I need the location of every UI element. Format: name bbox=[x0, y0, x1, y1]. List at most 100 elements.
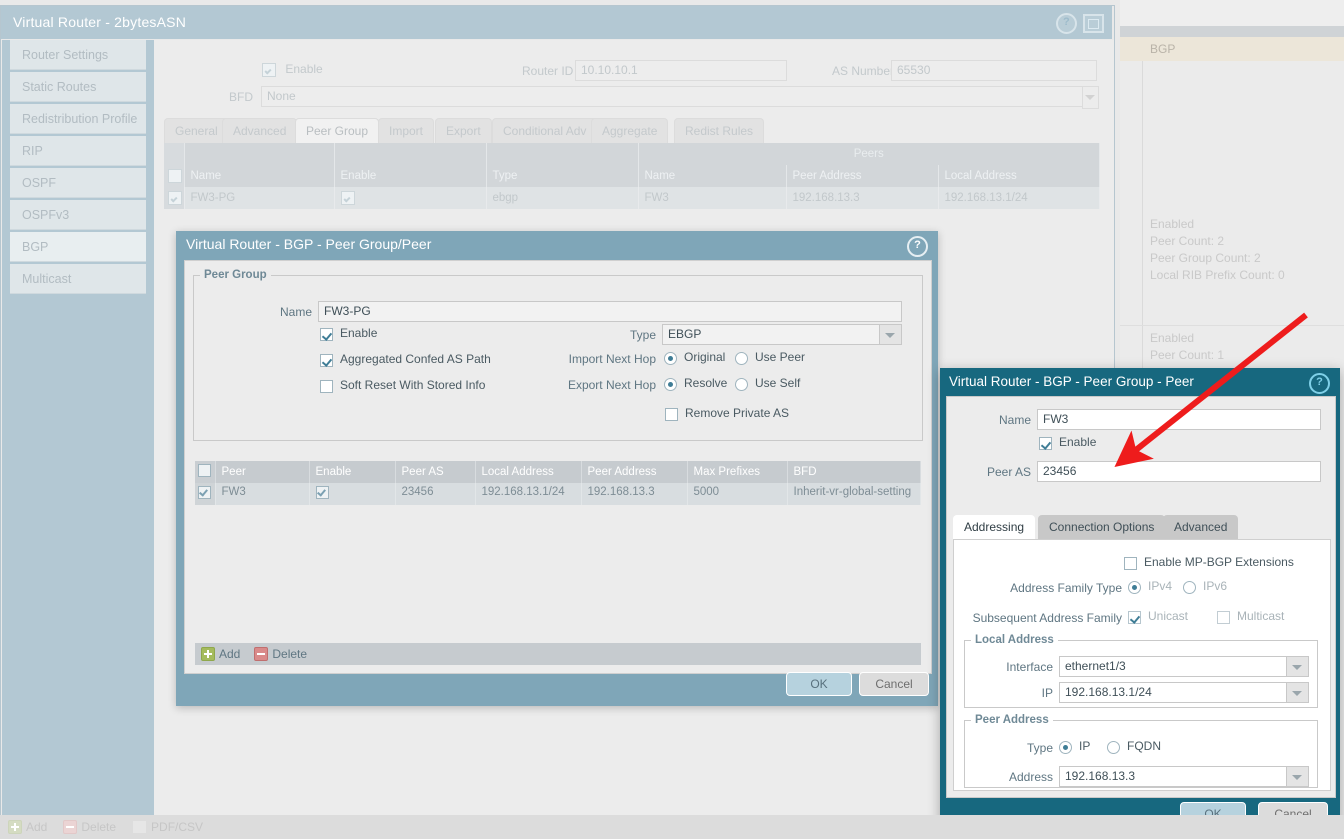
table-row[interactable]: FW3-PG ebgp FW3 192.168.13.3 192.168.13.… bbox=[164, 187, 1100, 209]
peer-delete-button[interactable]: Delete bbox=[254, 647, 307, 661]
peer-ipv4-radio[interactable] bbox=[1128, 581, 1141, 594]
pg-export-next-hop-resolve-radio[interactable] bbox=[664, 378, 677, 391]
tab-general[interactable]: General bbox=[164, 118, 229, 143]
sidebar-item-static-routes[interactable]: Static Routes bbox=[10, 72, 146, 102]
local-interface-select[interactable]: ethernet1/3 bbox=[1059, 656, 1309, 677]
peer-col-peer-as[interactable]: Peer AS bbox=[395, 461, 475, 483]
peer-as-input[interactable]: 23456 bbox=[1037, 461, 1321, 482]
chevron-down-icon[interactable] bbox=[1286, 767, 1308, 786]
peer-col-peer-address[interactable]: Peer Address bbox=[581, 461, 687, 483]
peer-row-select-cell[interactable] bbox=[195, 483, 215, 505]
row-enable-checkbox[interactable] bbox=[341, 191, 355, 205]
tab-connection-options[interactable]: Connection Options bbox=[1038, 515, 1165, 539]
chevron-down-icon[interactable] bbox=[879, 325, 901, 344]
tab-import[interactable]: Import bbox=[378, 118, 434, 143]
pg-enable-checkbox[interactable] bbox=[320, 328, 333, 341]
table-row[interactable]: FW3 23456 192.168.13.1/24 192.168.13.3 5… bbox=[195, 483, 921, 505]
chevron-down-icon[interactable] bbox=[1286, 683, 1308, 702]
peer-ipv6-radio[interactable] bbox=[1183, 581, 1196, 594]
col-peer-address[interactable]: Peer Address bbox=[786, 165, 938, 187]
tab-advanced[interactable]: Advanced bbox=[222, 118, 297, 143]
peer-address-type-fqdn-radio[interactable] bbox=[1107, 741, 1120, 754]
pg-soft-reset-checkbox[interactable] bbox=[320, 380, 333, 393]
pg-import-next-hop-original-radio[interactable] bbox=[664, 352, 677, 365]
sidebar-item-rip[interactable]: RIP bbox=[10, 136, 146, 166]
sidebar-item-bgp[interactable]: BGP bbox=[10, 232, 146, 262]
sidebar-item-router-settings[interactable]: Router Settings bbox=[10, 40, 146, 70]
peer-table: Peer Enable Peer AS Local Address Peer A… bbox=[195, 461, 921, 505]
cell-name: FW3-PG bbox=[184, 187, 334, 209]
local-ip-select[interactable]: 192.168.13.1/24 bbox=[1059, 682, 1309, 703]
peer-row-enable-checkbox[interactable] bbox=[316, 486, 329, 499]
tab-redist-rules[interactable]: Redist Rules bbox=[674, 118, 764, 143]
peer-col-enable[interactable]: Enable bbox=[309, 461, 395, 483]
tab-peer-group[interactable]: Peer Group bbox=[295, 118, 379, 143]
pg-aggregated-confed-as-path-checkbox[interactable] bbox=[320, 354, 333, 367]
peer-ipv4-label: IPv4 bbox=[1148, 579, 1172, 593]
bottom-delete-label: Delete bbox=[81, 820, 116, 834]
peer-group-dialog-body: Peer Group Name FW3-PG Enable Aggregated… bbox=[184, 260, 932, 674]
peer-row-select-checkbox[interactable] bbox=[198, 486, 211, 499]
col-local-address[interactable]: Local Address bbox=[938, 165, 1100, 187]
peer-col-local-address[interactable]: Local Address bbox=[475, 461, 581, 483]
bottom-delete-button[interactable]: Delete bbox=[63, 820, 116, 834]
select-all-checkbox[interactable] bbox=[168, 169, 182, 183]
peer-add-button[interactable]: Add bbox=[201, 647, 240, 661]
pg-remove-private-as-label: Remove Private AS bbox=[685, 406, 789, 420]
sidebar-item-ospf[interactable]: OSPF bbox=[10, 168, 146, 198]
peer-enable-checkbox[interactable] bbox=[1039, 437, 1052, 450]
bfd-chevron-down-icon[interactable] bbox=[1082, 86, 1099, 109]
tab-addressing[interactable]: Addressing bbox=[953, 515, 1035, 539]
bgp-enable-checkbox[interactable] bbox=[262, 63, 276, 77]
chevron-down-icon[interactable] bbox=[1286, 657, 1308, 676]
right-panel-topbar bbox=[1120, 0, 1344, 27]
peer-multicast-checkbox[interactable] bbox=[1217, 611, 1230, 624]
pg-import-next-hop-use-peer-radio[interactable] bbox=[735, 352, 748, 365]
col-type[interactable]: Type bbox=[486, 165, 638, 187]
peer-col-peer[interactable]: Peer bbox=[215, 461, 309, 483]
pg-type-select[interactable]: EBGP bbox=[662, 324, 902, 345]
window-title: Virtual Router - 2bytesASN bbox=[13, 14, 186, 30]
row-select-checkbox[interactable] bbox=[168, 191, 182, 205]
peer-address-select[interactable]: 192.168.13.3 bbox=[1059, 766, 1309, 787]
peer-select-all-header[interactable] bbox=[195, 461, 215, 483]
peer-name-input[interactable]: FW3 bbox=[1037, 409, 1321, 430]
peer-group-legend: Peer Group bbox=[200, 269, 271, 281]
sidebar-item-redistribution-profile[interactable]: Redistribution Profile bbox=[10, 104, 146, 134]
cell-peer-address: 192.168.13.3 bbox=[786, 187, 938, 209]
as-number-input[interactable]: 65530 bbox=[891, 60, 1097, 81]
tab-export[interactable]: Export bbox=[435, 118, 492, 143]
sidebar-item-multicast[interactable]: Multicast bbox=[10, 264, 146, 294]
col-name[interactable]: Name bbox=[184, 165, 334, 187]
help-icon[interactable]: ? bbox=[1056, 13, 1077, 34]
peer-group-cancel-button[interactable]: Cancel bbox=[859, 672, 929, 696]
peer-select-all-checkbox[interactable] bbox=[198, 464, 211, 477]
help-icon[interactable]: ? bbox=[907, 236, 928, 257]
col-enable[interactable]: Enable bbox=[334, 165, 486, 187]
peer-col-max-prefixes[interactable]: Max Prefixes bbox=[687, 461, 787, 483]
peer-address-type-ip-radio[interactable] bbox=[1059, 741, 1072, 754]
tab-conditional-adv[interactable]: Conditional Adv bbox=[492, 118, 597, 143]
peer-col-bfd[interactable]: BFD bbox=[787, 461, 921, 483]
row-select-cell[interactable] bbox=[164, 187, 184, 209]
bottom-add-button[interactable]: Add bbox=[8, 820, 47, 834]
sidebar-item-ospfv3[interactable]: OSPFv3 bbox=[10, 200, 146, 230]
peer-unicast-checkbox[interactable] bbox=[1128, 611, 1141, 624]
pg-remove-private-as-checkbox[interactable] bbox=[665, 408, 678, 421]
router-id-input[interactable]: 10.10.10.1 bbox=[575, 60, 787, 81]
peer-group-ok-button[interactable]: OK bbox=[786, 672, 852, 696]
peer-dialog-title: Virtual Router - BGP - Peer Group - Peer bbox=[940, 368, 1340, 395]
peer-mp-bgp-checkbox[interactable] bbox=[1124, 557, 1137, 570]
peer-cell-peer-as: 23456 bbox=[395, 483, 475, 505]
tab-aggregate[interactable]: Aggregate bbox=[591, 118, 668, 143]
bfd-select[interactable]: None bbox=[261, 86, 1097, 107]
bottom-pdf-csv-button[interactable]: PDF/CSV bbox=[132, 820, 203, 834]
col-peer-name[interactable]: Name bbox=[638, 165, 786, 187]
help-icon[interactable]: ? bbox=[1309, 373, 1330, 394]
pg-name-input[interactable]: FW3-PG bbox=[318, 301, 902, 322]
add-icon bbox=[8, 820, 22, 834]
select-all-header[interactable] bbox=[164, 165, 184, 187]
tab-advanced[interactable]: Advanced bbox=[1163, 515, 1238, 539]
pg-export-next-hop-use-self-radio[interactable] bbox=[735, 378, 748, 391]
restore-window-icon[interactable] bbox=[1083, 14, 1104, 33]
